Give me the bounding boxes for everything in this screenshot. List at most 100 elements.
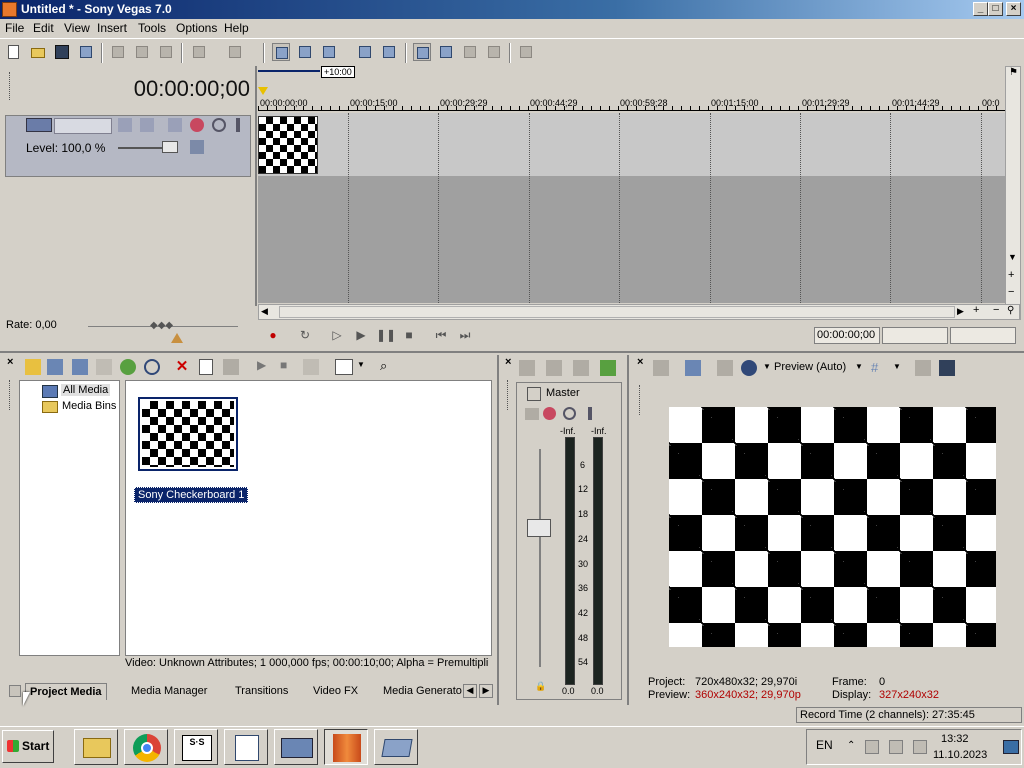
close-mixer-icon[interactable]: × [505,356,511,368]
record-button[interactable]: ● [264,326,282,344]
whats-this-help-icon[interactable] [517,43,535,61]
go-to-end-button[interactable]: ⏭ [456,326,474,344]
menu-file[interactable]: File [5,21,24,35]
menu-view[interactable]: View [64,21,90,35]
split-dropdown-icon[interactable]: ▼ [763,362,771,371]
checkerboard-clip[interactable] [258,116,318,174]
video-track-header[interactable]: Level: 100,0 % [5,115,251,177]
master-fader-thumb[interactable] [527,519,551,537]
taskbar-sony-vegas[interactable] [324,729,368,765]
close-pane-icon[interactable]: × [7,356,13,368]
play-from-start-button[interactable]: ▷ [328,326,346,344]
dim-output-icon[interactable] [573,360,589,376]
loop-region-label[interactable]: +10:00 [321,66,355,78]
video-track-lane[interactable] [258,113,1006,176]
cut-icon[interactable] [109,43,127,61]
tab-video-fx[interactable]: Video FX [309,683,362,700]
taskbar-window-app[interactable] [374,729,418,765]
grip-handle[interactable] [639,385,642,415]
copy-icon[interactable] [133,43,151,61]
selection-length-field[interactable] [950,327,1016,344]
tab-project-media[interactable]: Project Media [25,683,107,700]
cursor-position-field[interactable]: 00:00:00;00 [814,327,880,344]
rate-slider-thumb[interactable]: ◆◆◆ [150,320,176,332]
marker-icon[interactable]: ⚑ [1007,67,1020,81]
tab-scroll-right-icon[interactable]: ▶ [479,684,493,698]
tree-item-all-media[interactable]: All Media [61,384,111,396]
taskbar-chrome[interactable] [124,729,168,765]
quality-dropdown-icon[interactable]: ▼ [855,362,863,371]
split-screen-icon[interactable] [741,360,757,376]
master-fx-plug-icon[interactable] [525,408,539,420]
clock-date[interactable]: 11.10.2023 [933,749,987,761]
overlays-icon[interactable]: # [871,360,878,375]
grip-handle[interactable] [507,380,510,410]
menu-insert[interactable]: Insert [97,21,127,35]
tab-grip-icon[interactable] [9,685,21,697]
save-icon[interactable] [53,43,71,61]
grip-handle[interactable] [9,72,12,100]
open-icon[interactable] [29,43,47,61]
downmix-icon[interactable] [546,360,562,376]
scroll-left-icon[interactable]: ◀ [261,306,268,317]
tab-media-manager[interactable]: Media Manager [127,683,211,700]
taskbar-file-explorer[interactable] [74,729,118,765]
normal-edit-tool-icon[interactable] [272,43,290,61]
level-slider-thumb[interactable] [162,141,178,153]
master-mute-icon[interactable] [563,407,576,420]
mute-icon[interactable] [212,118,226,132]
zoom-out-vertical-icon[interactable]: − [1008,286,1014,298]
preview-play-icon[interactable]: ▶ [257,358,266,372]
properties-icon[interactable] [199,359,213,375]
stop-button[interactable]: ■ [400,326,418,344]
copy-snapshot-icon[interactable] [915,360,931,376]
menu-edit[interactable]: Edit [33,21,54,35]
media-fx-icon[interactable] [120,359,136,375]
ignore-grouping-icon[interactable] [380,43,398,61]
pause-button[interactable]: ❚❚ [376,326,396,344]
taskbar-keyboard-app[interactable] [274,729,318,765]
auto-crossfade-icon[interactable] [437,43,455,61]
auto-preview-icon[interactable] [303,359,319,375]
external-monitor-icon[interactable] [685,360,701,376]
overlays-dropdown-icon[interactable]: ▼ [893,362,901,371]
network-icon[interactable] [889,740,903,754]
auto-ripple-icon[interactable] [320,43,338,61]
menu-help[interactable]: Help [224,21,249,35]
tab-scroll-left-icon[interactable]: ◀ [463,684,477,698]
master-fx-icon[interactable] [543,407,556,420]
selection-start-field[interactable] [882,327,948,344]
tab-media-generators[interactable]: Media Generato [379,683,463,700]
remove-unused-media-icon[interactable] [96,359,112,375]
clock-time[interactable]: 13:32 [941,733,969,745]
taskbar-wordpad[interactable] [224,729,268,765]
selection-tool-icon[interactable] [461,43,479,61]
tab-transitions[interactable]: Transitions [231,683,292,700]
title-bar[interactable]: Untitled * - Sony Vegas 7.0 _ □ × [0,0,1024,19]
import-media-icon[interactable] [25,359,41,375]
master-fader-track[interactable] [539,449,541,667]
loop-playback-button[interactable]: ↻ [296,326,314,344]
mixer-properties-icon[interactable] [519,360,535,376]
track-fx-icon[interactable] [190,118,204,132]
scroll-thumb[interactable] [279,306,955,318]
play-button[interactable]: ▶ [352,326,370,344]
save-snapshot-icon[interactable] [939,360,955,376]
views-icon[interactable] [335,359,353,375]
preview-properties-icon[interactable] [653,360,669,376]
new-icon[interactable] [5,43,23,61]
insert-bus-icon[interactable] [600,360,616,376]
preview-stop-icon[interactable]: ■ [280,358,287,372]
compositing-mode-icon[interactable] [168,118,182,132]
zoom-out-time-icon[interactable]: − [993,304,999,316]
delete-icon[interactable]: ✕ [173,358,191,376]
lock-envelopes-icon[interactable] [356,43,374,61]
track-name-field[interactable] [54,118,112,134]
menu-tools[interactable]: Tools [138,21,166,35]
scroll-down-icon[interactable]: ▼ [1008,252,1017,262]
show-desktop-icon[interactable] [1003,740,1019,754]
solo-icon[interactable] [236,118,240,132]
redo-icon[interactable] [226,43,244,61]
enable-snapping-icon[interactable] [413,43,431,61]
timeline-vertical-scrollbar[interactable]: ⚑ ▼ + − [1005,66,1021,320]
